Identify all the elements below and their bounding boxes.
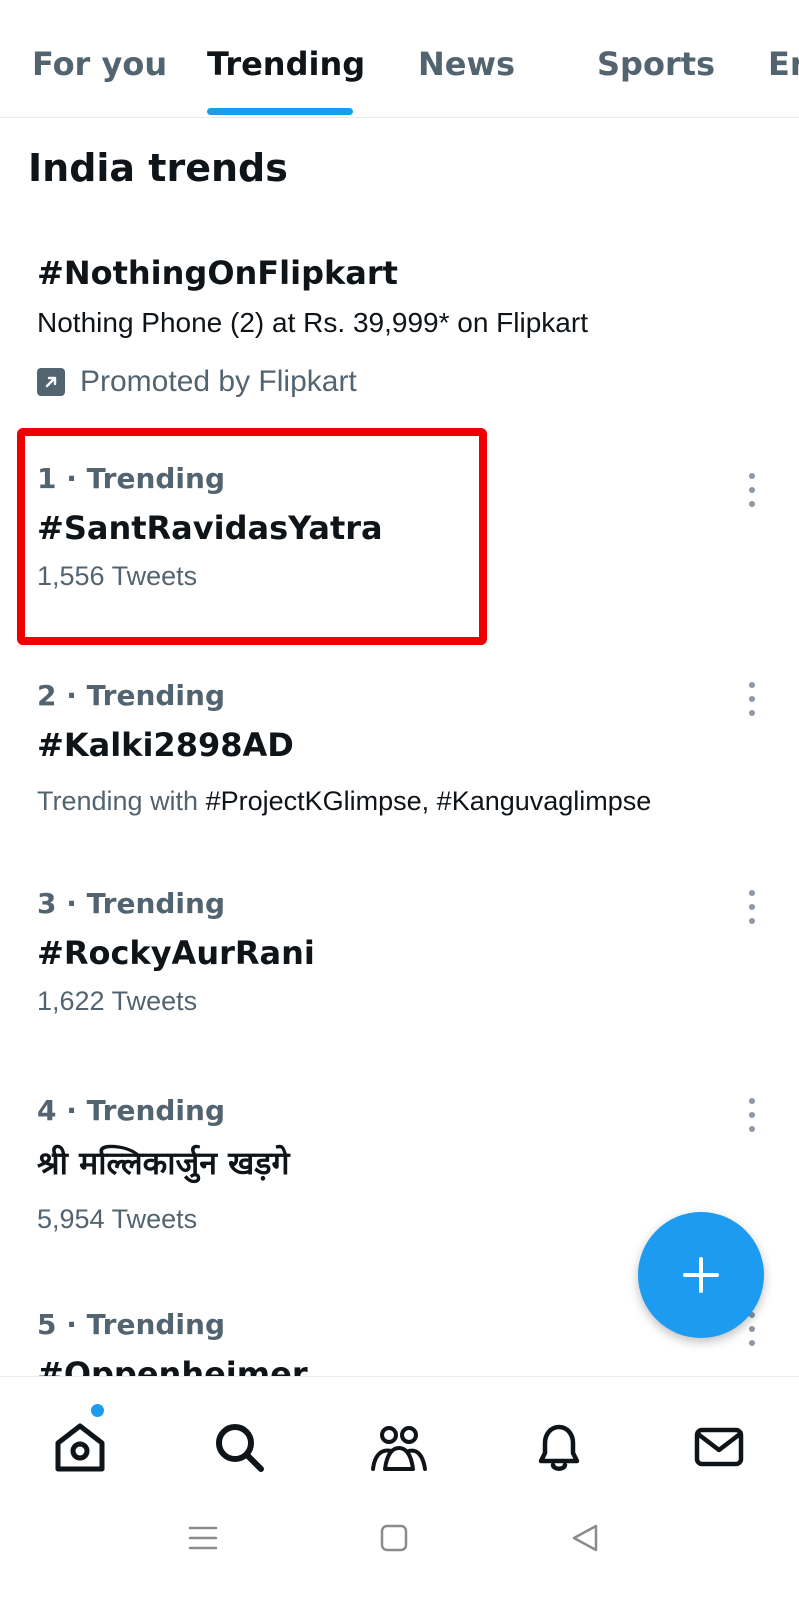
promoted-description: Nothing Phone (2) at Rs. 39,999* on Flip… xyxy=(37,307,588,338)
more-options-icon[interactable] xyxy=(745,890,759,924)
more-options-icon[interactable] xyxy=(745,682,759,716)
trending-with-label: Trending with xyxy=(37,786,206,816)
more-options-icon[interactable] xyxy=(745,473,759,507)
trend-rank-label: 5 · Trending xyxy=(37,1308,225,1341)
more-options-icon[interactable] xyxy=(745,1098,759,1132)
back-icon[interactable] xyxy=(570,1523,600,1553)
trend-name: #Oppenheimer xyxy=(37,1355,308,1376)
compose-tweet-button[interactable] xyxy=(638,1212,764,1338)
trend-name: #Kalki2898AD xyxy=(37,726,294,764)
tab-sports[interactable]: Sports xyxy=(597,45,715,83)
trend-name: #RockyAurRani xyxy=(37,934,315,972)
system-navigation-bar xyxy=(0,1486,799,1600)
trend-tweet-count: 5,954 Tweets xyxy=(37,1204,198,1234)
related-hashtags[interactable]: #ProjectKGlimpse, #Kanguvaglimpse xyxy=(206,786,652,816)
trend-item-3[interactable]: 3 · Trending #RockyAurRani 1,622 Tweets xyxy=(37,887,315,1017)
tab-trending[interactable]: Trending xyxy=(207,45,365,83)
trend-context: Trending with #ProjectKGlimpse, #Kanguva… xyxy=(37,786,651,817)
trend-rank-label: 4 · Trending xyxy=(37,1094,225,1127)
home-notification-dot xyxy=(91,1404,104,1417)
promoted-by-line: Promoted by Flipkart xyxy=(37,365,357,399)
home-icon[interactable] xyxy=(50,1417,110,1477)
search-icon[interactable] xyxy=(209,1417,269,1477)
promoted-by-label: Promoted by Flipkart xyxy=(80,365,357,398)
trend-item-4[interactable]: 4 · Trending श्री मल्लिकार्जुन खड़गे 5,9… xyxy=(37,1094,289,1235)
tab-news[interactable]: News xyxy=(418,45,515,83)
active-tab-indicator xyxy=(207,108,353,115)
home-square-icon[interactable] xyxy=(379,1523,409,1553)
trend-item-2[interactable]: 2 · Trending #Kalki2898AD Trending with … xyxy=(37,679,651,817)
trend-rank-label: 3 · Trending xyxy=(37,887,225,920)
plus-icon xyxy=(683,1257,719,1293)
trend-item-5[interactable]: 5 · Trending #Oppenheimer xyxy=(37,1308,308,1376)
promoted-hashtag: #NothingOnFlipkart xyxy=(37,254,398,292)
trend-tweet-count: 1,622 Tweets xyxy=(37,986,198,1016)
tab-entertainment[interactable]: Er xyxy=(768,45,799,83)
messages-icon[interactable] xyxy=(689,1417,749,1477)
highlight-annotation-box xyxy=(17,428,487,645)
trend-rank-label: 2 · Trending xyxy=(37,679,225,712)
tab-for-you[interactable]: For you xyxy=(32,45,167,83)
promoted-arrow-icon xyxy=(37,368,65,396)
section-title: India trends xyxy=(28,146,288,190)
top-tab-bar: For you Trending News Sports Er xyxy=(0,0,799,118)
recents-icon[interactable] xyxy=(188,1523,218,1553)
bottom-navigation-bar xyxy=(0,1376,799,1486)
trend-name: श्री मल्लिकार्जुन खड़गे xyxy=(37,1144,290,1182)
communities-icon[interactable] xyxy=(369,1417,429,1477)
notifications-icon[interactable] xyxy=(529,1417,589,1477)
